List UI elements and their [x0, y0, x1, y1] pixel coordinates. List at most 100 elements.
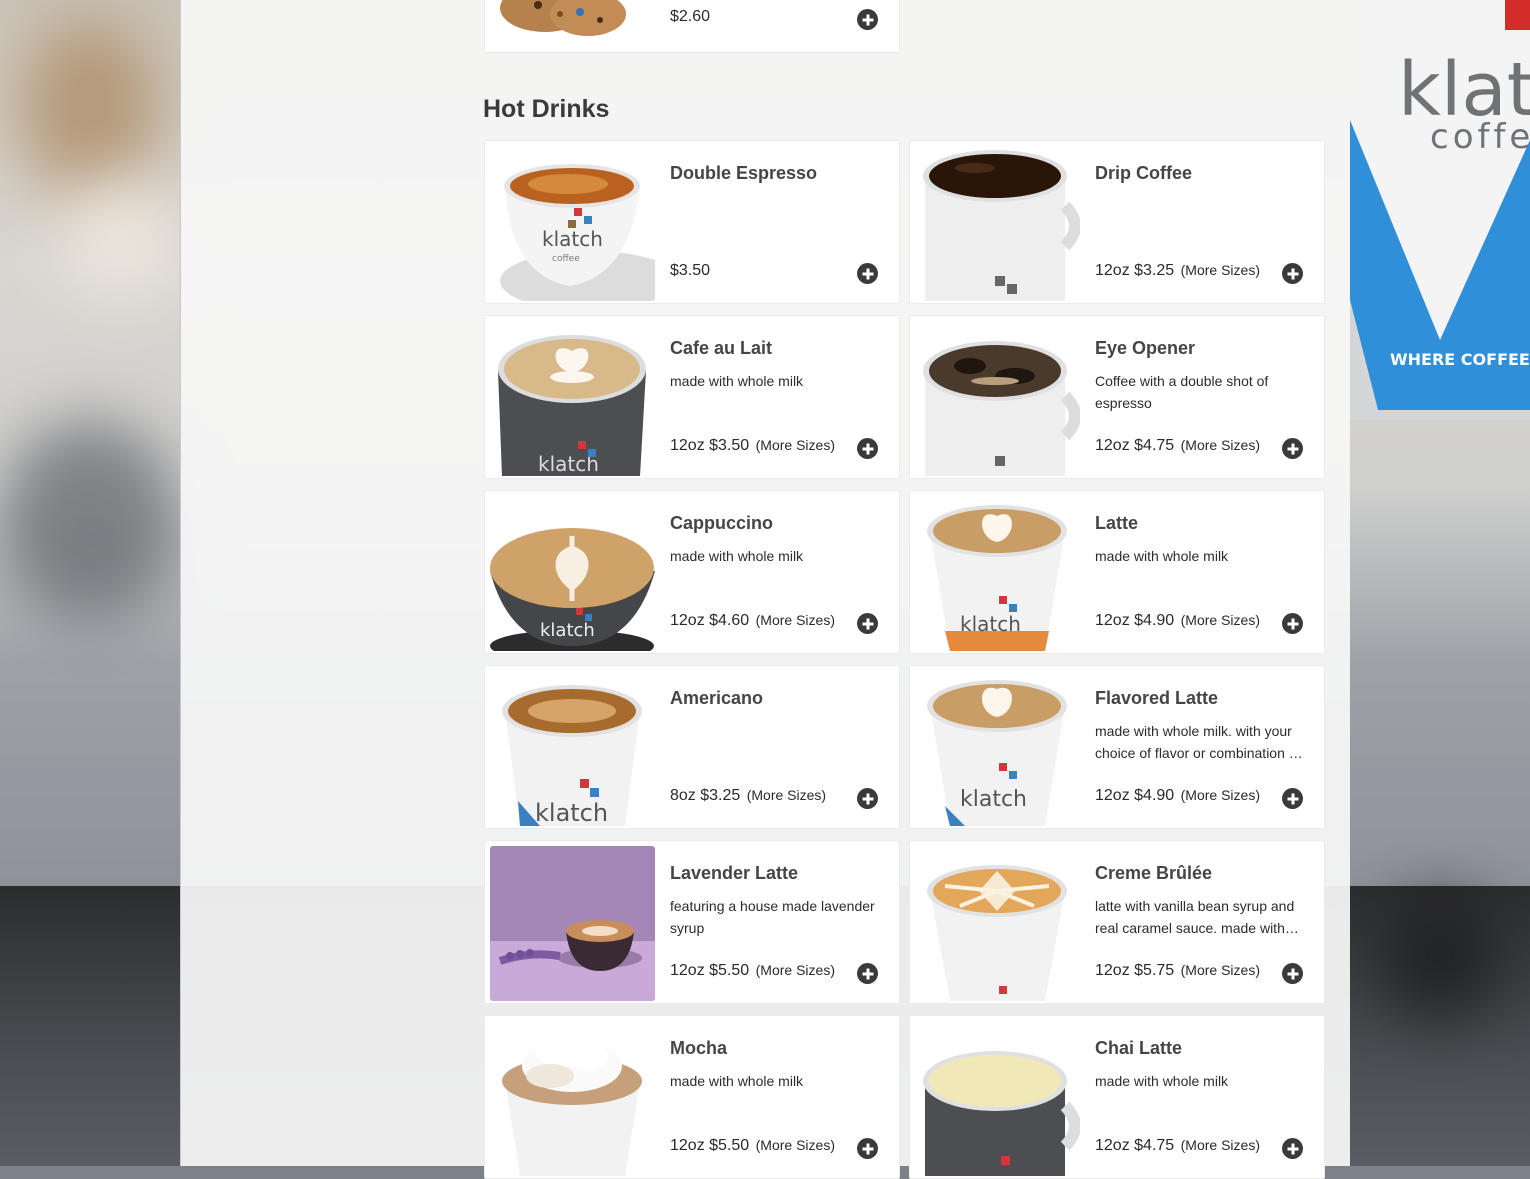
eye-opener-mug — [915, 321, 1080, 476]
americano-paper-cup: klatch — [490, 671, 655, 826]
item-description: made with whole milk — [1095, 548, 1229, 564]
item-name[interactable]: Latte — [1095, 513, 1138, 534]
flavored-latte-cup: klatch — [915, 671, 1080, 826]
item-description: made with whole milk — [1095, 1073, 1229, 1089]
menu-item-card[interactable]: klatch Latte made with whole milk 12oz $4.9… — [909, 490, 1325, 654]
menu-item-card[interactable]: $2.60 — [484, 0, 900, 53]
latte-art-dark-mug: klatch — [490, 321, 655, 476]
item-description: made with whole milk — [670, 1073, 804, 1089]
plus-circle-icon[interactable] — [857, 9, 878, 30]
plus-circle-icon[interactable] — [1282, 788, 1303, 809]
item-price-row: 8oz $3.25 (More Sizes) — [670, 787, 826, 805]
svg-text:klatch: klatch — [535, 799, 608, 826]
espresso-cup: klatch coffee — [490, 146, 655, 301]
item-price: 12oz $3.50 — [670, 437, 750, 454]
item-price: 8oz $3.25 — [670, 787, 741, 804]
more-sizes-link[interactable]: (More Sizes) — [756, 612, 835, 628]
more-sizes-link[interactable]: (More Sizes) — [1181, 787, 1260, 803]
menu-item-card[interactable]: Chai Latte made with whole milk 12oz $4.75… — [909, 1015, 1325, 1179]
item-description: made with whole milk — [670, 548, 804, 564]
item-price-row: 12oz $4.75 (More Sizes) — [1095, 437, 1260, 455]
item-name[interactable]: Lavender Latte — [670, 863, 798, 884]
more-sizes-link[interactable]: (More Sizes) — [1181, 612, 1260, 628]
item-price: 12oz $5.75 — [1095, 962, 1175, 979]
item-price: 12oz $4.75 — [1095, 437, 1175, 454]
svg-text:klatch: klatch — [960, 612, 1021, 636]
item-name[interactable]: Eye Opener — [1095, 338, 1195, 359]
cookies-photo — [490, 0, 655, 49]
item-price-row: 12oz $4.75 (More Sizes) — [1095, 1137, 1260, 1155]
plus-circle-icon[interactable] — [857, 963, 878, 984]
menu-item-card[interactable]: klatch Cappuccino made with whole milk 12oz… — [484, 490, 900, 654]
item-price: 12oz $5.50 — [670, 1137, 750, 1154]
svg-text:klatch: klatch — [542, 227, 603, 251]
item-name[interactable]: Americano — [670, 688, 763, 709]
item-price: 12oz $4.90 — [1095, 612, 1175, 629]
plus-circle-icon[interactable] — [857, 613, 878, 634]
plus-circle-icon[interactable] — [857, 438, 878, 459]
item-name[interactable]: Cappuccino — [670, 513, 773, 534]
plus-circle-icon[interactable] — [857, 1138, 878, 1159]
svg-text:klatch: klatch — [540, 620, 595, 641]
section-title: Hot Drinks — [483, 95, 610, 123]
item-description: latte with vanilla bean syrup and real c… — [1095, 898, 1295, 936]
svg-text:klatch: klatch — [960, 787, 1027, 812]
more-sizes-link[interactable]: (More Sizes) — [1181, 437, 1260, 453]
plus-circle-icon[interactable] — [1282, 613, 1303, 634]
item-price: $2.60 — [670, 8, 711, 25]
item-name[interactable]: Flavored Latte — [1095, 688, 1218, 709]
item-description: featuring a house made lavender syrup — [670, 898, 875, 936]
more-sizes-link[interactable]: (More Sizes) — [1181, 262, 1260, 278]
item-price: 12oz $4.90 — [1095, 787, 1175, 804]
item-price-row: 12oz $4.90 (More Sizes) — [1095, 787, 1260, 805]
item-price: 12oz $5.50 — [670, 962, 750, 979]
svg-text:WHERE COFFEE IS THE C: WHERE COFFEE IS THE C — [1390, 350, 1530, 369]
item-name[interactable]: Mocha — [670, 1038, 727, 1059]
item-description: Coffee with a double shot of espresso — [1095, 373, 1269, 411]
item-price-row: 12oz $5.50 (More Sizes) — [670, 1137, 835, 1155]
drip-mug — [915, 146, 1080, 301]
brand-cup-photo: klatc coffe WHERE COFFEE IS THE C — [1350, 0, 1530, 420]
plus-circle-icon[interactable] — [1282, 963, 1303, 984]
item-name[interactable]: Cafe au Lait — [670, 338, 772, 359]
more-sizes-link[interactable]: (More Sizes) — [756, 437, 835, 453]
plus-circle-icon[interactable] — [857, 788, 878, 809]
item-price-row: 12oz $3.50 (More Sizes) — [670, 437, 835, 455]
menu-item-card[interactable]: Mocha made with whole milk 12oz $5.50 (Mor… — [484, 1015, 900, 1179]
more-sizes-link[interactable]: (More Sizes) — [1181, 962, 1260, 978]
item-price-row: 12oz $3.25 (More Sizes) — [1095, 262, 1260, 280]
menu-item-card[interactable]: klatch Cafe au Lait made with whole milk 12… — [484, 315, 900, 479]
item-price-row: 12oz $4.60 (More Sizes) — [670, 612, 835, 630]
plus-circle-icon[interactable] — [1282, 438, 1303, 459]
chai-latte-mug — [915, 1021, 1080, 1176]
plus-circle-icon[interactable] — [857, 263, 878, 284]
item-price-row: $3.50 — [670, 262, 710, 280]
more-sizes-link[interactable]: (More Sizes) — [747, 787, 826, 803]
svg-text:coffee: coffee — [552, 254, 580, 264]
menu-item-card[interactable]: Drip Coffee 12oz $3.25 (More Sizes) — [909, 140, 1325, 304]
latte-paper-cup: klatch — [915, 496, 1080, 651]
item-name[interactable]: Chai Latte — [1095, 1038, 1182, 1059]
item-name[interactable]: Double Espresso — [670, 163, 817, 184]
item-price-row: 12oz $4.90 (More Sizes) — [1095, 612, 1260, 630]
menu-item-card[interactable]: klatch coffee Double Espresso $3.50 — [484, 140, 900, 304]
menu-item-card[interactable]: klatch Americano 8oz $3.25 (More Sizes) — [484, 665, 900, 829]
creme-brulee-cup — [915, 846, 1080, 1001]
more-sizes-link[interactable]: (More Sizes) — [756, 962, 835, 978]
item-price: 12oz $3.25 — [1095, 262, 1175, 279]
item-description: made with whole milk — [670, 373, 804, 389]
svg-text:coffe: coffe — [1430, 117, 1530, 157]
menu-item-card[interactable]: Creme Brûlée latte with vanilla bean syru… — [909, 840, 1325, 1004]
plus-circle-icon[interactable] — [1282, 263, 1303, 284]
menu-item-card[interactable]: klatch Flavored Latte made with whole milk… — [909, 665, 1325, 829]
menu-item-card[interactable]: Eye Opener Coffee with a double shot of e… — [909, 315, 1325, 479]
more-sizes-link[interactable]: (More Sizes) — [756, 1137, 835, 1153]
item-name[interactable]: Drip Coffee — [1095, 163, 1192, 184]
more-sizes-link[interactable]: (More Sizes) — [1181, 1137, 1260, 1153]
plus-circle-icon[interactable] — [1282, 1138, 1303, 1159]
item-price-row: 12oz $5.50 (More Sizes) — [670, 962, 835, 980]
menu-item-card[interactable]: Lavender Latte featuring a house made lav… — [484, 840, 900, 1004]
item-name[interactable]: Creme Brûlée — [1095, 863, 1212, 884]
mocha-whipped-cup — [490, 1021, 655, 1176]
item-price: 12oz $4.75 — [1095, 1137, 1175, 1154]
